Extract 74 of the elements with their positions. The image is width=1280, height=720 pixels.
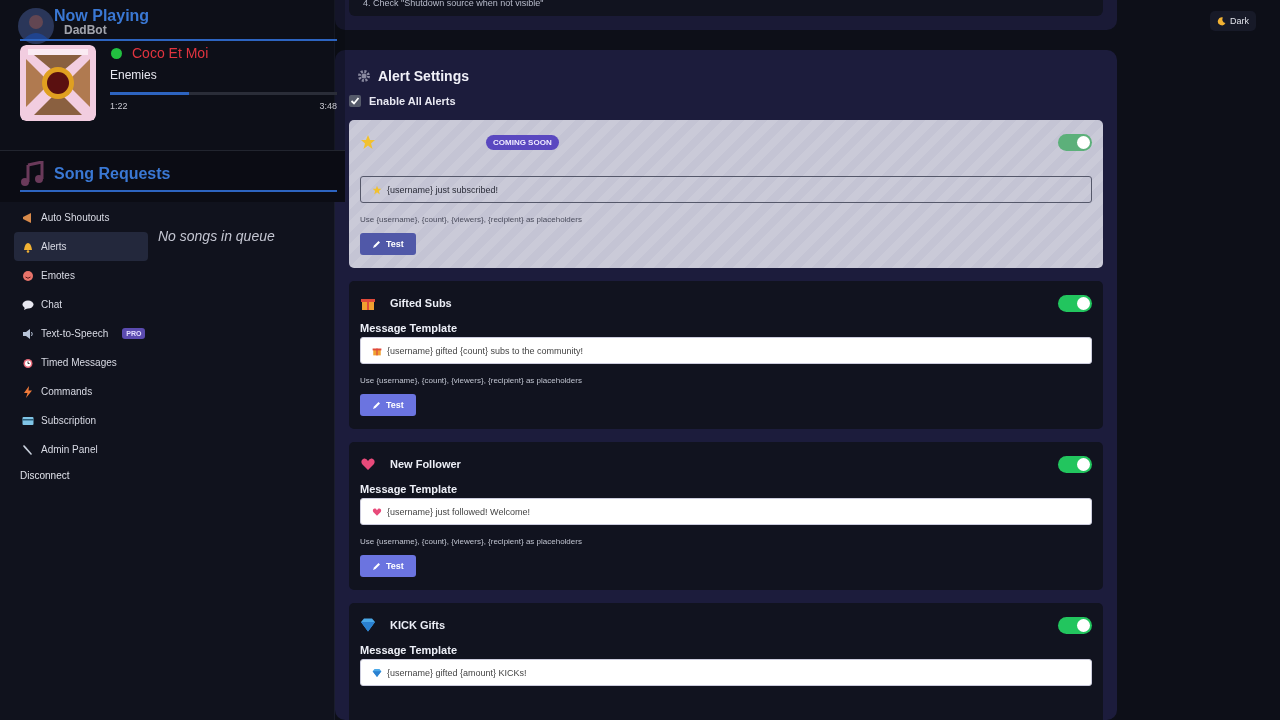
nav-label: Admin Panel: [41, 444, 98, 455]
field-label: Message Template: [360, 322, 458, 335]
artist-name: Enemies: [110, 68, 158, 82]
checkbox-label: Enable All Alerts: [369, 95, 456, 107]
overlay-title: Song Requests: [54, 165, 171, 183]
nav-label: Timed Messages: [41, 357, 117, 368]
test-button[interactable]: Test: [360, 555, 416, 577]
nav-item[interactable]: Emotes: [14, 261, 124, 290]
star-icon: [360, 134, 376, 150]
template-field[interactable]: {username} gifted {amount} KICKs!: [360, 659, 1092, 686]
diamond-icon: [360, 617, 376, 633]
coming-soon-badge: COMING SOON: [486, 134, 559, 150]
nav-item[interactable]: Commands: [14, 377, 124, 406]
duration-time: 3:48: [319, 101, 337, 111]
track-title: Coco Et Moi: [132, 45, 209, 61]
theme-button[interactable]: Dark: [1210, 11, 1256, 31]
bell-icon: [22, 240, 34, 253]
section-title: Alert Settings: [378, 68, 469, 84]
pencil-icon: [372, 400, 381, 410]
nav-label: Commands: [41, 386, 93, 397]
wrench-icon: [22, 443, 34, 456]
nav-label: Emotes: [41, 270, 75, 281]
nav-label: Chat: [41, 299, 63, 310]
template-input[interactable]: {username} gifted {amount} KICKs!: [382, 662, 1091, 683]
card-title: New Follower: [390, 458, 461, 470]
overlay-title: Now Playing: [54, 7, 151, 25]
card-title: KICK Gifts: [390, 619, 445, 631]
nav-item[interactable]: Alerts: [14, 232, 148, 261]
nav-item[interactable]: Chat: [14, 290, 124, 319]
diamond-icon: [372, 667, 382, 678]
toggle-switch[interactable]: [1058, 616, 1092, 634]
smiley-icon: [22, 269, 34, 282]
test-button[interactable]: Test: [360, 394, 416, 416]
nav-item[interactable]: Admin Panel: [14, 435, 124, 464]
template-field[interactable]: {username} just followed! Welcome!: [360, 498, 1092, 525]
toggle-switch[interactable]: [1058, 294, 1092, 312]
star-icon: [372, 184, 382, 195]
alarm-clock-icon: [22, 356, 34, 369]
moon-icon: [1217, 16, 1226, 26]
music-note-icon: [20, 161, 46, 187]
field-label: Message Template: [360, 483, 458, 496]
nav-label: Alerts: [41, 241, 67, 252]
setup-note: 4. Check "Shutdown source when not visible": [349, 0, 1103, 16]
template-input[interactable]: {username} gifted {count} subs to the community!: [382, 340, 1091, 361]
nav-item[interactable]: Auto Shoutouts: [14, 203, 124, 232]
field-label: Message Template: [360, 644, 458, 657]
megaphone-icon: [22, 211, 34, 224]
template-input[interactable]: {username} just followed! Welcome!: [382, 501, 1091, 522]
lightning-icon: [22, 385, 34, 398]
toggle-switch[interactable]: [1058, 455, 1092, 473]
settings-icon: [357, 69, 371, 83]
elapsed-time: 1:22: [110, 101, 128, 111]
heart-icon: [360, 456, 376, 472]
checkbox[interactable]: [349, 95, 361, 107]
card-icon: [22, 414, 34, 427]
pencil-icon: [372, 561, 381, 571]
checkmark-icon: [350, 96, 360, 106]
disconnect-link[interactable]: Disconnect: [20, 470, 70, 481]
speaker-icon: [22, 327, 34, 340]
brand-name: DadBot: [64, 23, 107, 37]
template-field[interactable]: {username} gifted {count} subs to the community!: [360, 337, 1092, 364]
speech-bubble-icon: [22, 298, 34, 311]
pencil-icon: [372, 239, 381, 249]
nav-label: Text-to-Speech: [41, 328, 109, 339]
nav-label: Subscription: [41, 415, 97, 426]
hint-text: Use {username}, {count}, {viewers}, {recipient} as placeholders: [360, 537, 583, 546]
empty-queue-text: No songs in queue: [158, 228, 276, 244]
card-title: Gifted Subs: [390, 297, 452, 309]
hint-text: Use {username}, {count}, {viewers}, {recipient} as placeholders: [360, 376, 583, 385]
nav-label: Auto Shoutouts: [41, 212, 110, 223]
nav-item[interactable]: Timed Messages: [14, 348, 124, 377]
hint-text: Use {username}, {count}, {viewers}, {recipient} as placeholders: [360, 215, 583, 224]
heart-icon: [372, 506, 382, 517]
nav-item[interactable]: Subscription: [14, 406, 124, 435]
